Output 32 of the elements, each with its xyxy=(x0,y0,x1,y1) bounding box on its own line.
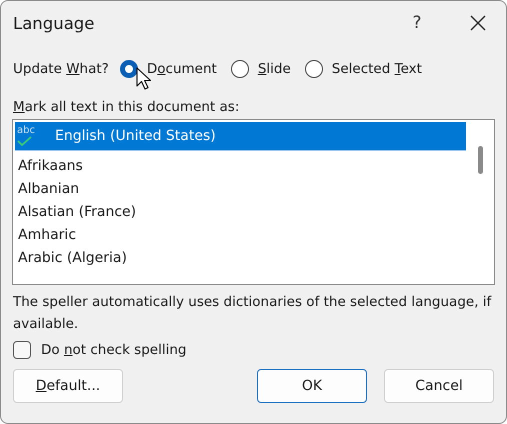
ok-button[interactable]: OK xyxy=(257,369,367,403)
default-button[interactable]: Default... xyxy=(13,369,123,403)
window-title: Language xyxy=(13,14,96,32)
checkbox[interactable] xyxy=(13,341,31,359)
update-what-label: Update What? xyxy=(13,61,109,77)
language-name: Alsatian (France) xyxy=(18,204,136,220)
radio-button[interactable] xyxy=(304,60,323,78)
language-item[interactable]: abc English (United States) xyxy=(15,122,466,151)
language-item[interactable]: Arabic (Algeria) xyxy=(15,246,466,269)
radio-label[interactable]: Selected Text xyxy=(332,61,422,77)
language-name: Arabic (Algeria) xyxy=(18,250,127,266)
cancel-button[interactable]: Cancel xyxy=(384,369,494,403)
spellcheck-label: abc xyxy=(17,126,35,136)
language-name: Amharic xyxy=(18,226,76,242)
speller-note: The speller automatically uses dictionaries of the selected language, if available. xyxy=(12,293,492,334)
radio-label[interactable]: Document xyxy=(146,61,217,77)
checkbox-label[interactable]: Do not check spelling xyxy=(41,342,186,358)
scrollbar-thumb[interactable] xyxy=(478,146,482,174)
close-icon xyxy=(470,15,486,31)
language-item[interactable]: Albanian xyxy=(15,177,466,200)
check-icon xyxy=(17,136,33,146)
language-name: Albanian xyxy=(18,180,80,196)
radio-label[interactable]: Slide xyxy=(258,61,291,77)
language-name: English (United States) xyxy=(55,128,216,144)
list-label: Mark all text in this document as: xyxy=(12,98,240,117)
language-item[interactable]: Alsatian (France) xyxy=(15,200,466,223)
language-item[interactable]: Afrikaans xyxy=(15,154,466,177)
help-button[interactable]: ? xyxy=(392,13,442,33)
radio-button[interactable] xyxy=(230,60,249,78)
radio-button[interactable] xyxy=(120,60,138,78)
language-name: Afrikaans xyxy=(18,158,83,174)
language-item[interactable]: Amharic xyxy=(15,223,466,246)
